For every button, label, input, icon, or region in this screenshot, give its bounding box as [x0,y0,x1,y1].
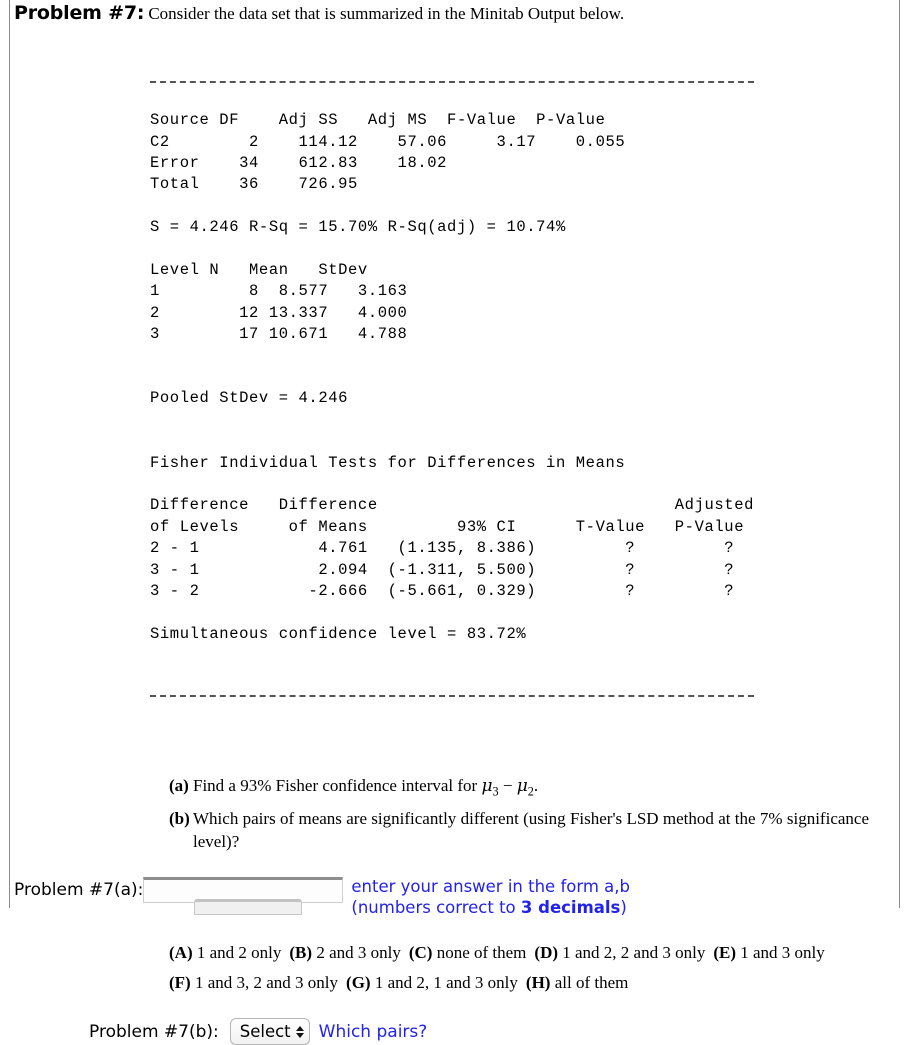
choice-text: none of them [436,943,527,963]
answer-a-label: Problem #7(a): [14,880,144,901]
choice-option-a[interactable]: (A) 1 and 2 only [169,943,281,962]
level-row: 2 12 13.337 4.000 [150,303,408,322]
answer-b-select-value: Select [239,1022,291,1042]
minus-symbol: − [498,775,517,795]
choice-option-g[interactable]: (G) 1 and 2, 1 and 3 only [346,973,518,992]
mu-symbol: μ [481,775,493,796]
choice-text: all of them [554,973,629,993]
subquestion-b: (b) Which pairs of means are significantl… [169,807,869,853]
choice-letter: (F) [169,973,191,993]
answer-b-label: Problem #7(b): [89,1021,219,1042]
fisher-row: 3 - 2 -2.666 (-5.661, 0.329) ? ? [150,581,735,600]
fisher-row: 2 - 1 4.761 (1.135, 8.386) ? ? [150,539,735,558]
fisher-section-title: Fisher Individual Tests for Differences … [150,453,626,472]
choice-option-e[interactable]: (E) 1 and 3 only [713,943,824,962]
choice-list: (A) 1 and 2 only (B) 2 and 3 only (C) none… [169,938,909,998]
problem-number-label: Problem #7: [14,2,145,24]
answer-row-b: Problem #7(b): Select Which pairs? [89,1018,898,1045]
subquestions: (a) Find a 93% Fisher confidence interval… [169,774,869,853]
level-row: 3 17 10.671 4.788 [150,325,408,344]
fisher-table-header-line2: of Levels of Means 93% CI T-Value P-Valu… [150,517,745,536]
choice-option-d[interactable]: (D) 1 and 2, 2 and 3 only [534,943,705,962]
choice-letter: (H) [525,973,551,993]
model-summary-line: S = 4.246 R-Sq = 15.70% R-Sq(adj) = 10.7… [150,218,566,237]
clipped-control-bottom[interactable] [194,899,302,915]
subquestion-a: (a) Find a 93% Fisher confidence interval… [169,774,869,803]
simultaneous-confidence-line: Simultaneous confidence level = 83.72% [150,624,527,643]
anova-row: C2 2 114.12 57.06 3.17 0.055 [150,132,626,151]
subquestion-b-text: Which pairs of means are significantly d… [193,809,869,852]
choice-option-c[interactable]: (C) none of them [409,943,527,962]
fisher-row: 3 - 1 2.094 (-1.311, 5.500) ? ? [150,560,735,579]
choice-text: 1 and 3 only [740,943,825,963]
page-content: Problem #7: Consider the data set that is… [0,0,910,1045]
choice-letter: (D) [534,943,559,963]
answer-b-prompt: Which pairs? [318,1021,428,1042]
subquestion-b-letter: (b) [169,809,190,829]
minitab-output-block: Source DF Adj SS Adj MS F-Value P-Value C… [150,38,898,740]
minitab-top-divider [150,80,754,83]
answer-row-a: Problem #7(a): enter your answer in the … [14,875,898,918]
answer-a-hint: enter your answer in the form a,b (numbe… [351,875,630,918]
subquestion-a-text-before: Find a 93% Fisher confidence interval fo… [193,775,482,795]
answer-a-hint-line1: enter your answer in the form a,b [351,877,630,897]
choice-option-h[interactable]: (H) all of them [526,973,628,992]
choice-letter: (E) [713,943,737,963]
choice-text: 1 and 2, 1 and 3 only [374,973,518,993]
level-row: 1 8 8.577 3.163 [150,282,408,301]
problem-prompt-text: Consider the data set that is summarized… [148,4,625,23]
choice-letter: (B) [289,943,313,963]
chevron-updown-icon [295,1025,304,1038]
choice-text: 1 and 3, 2 and 3 only [194,973,339,993]
minitab-bottom-divider [150,694,754,697]
choice-option-b[interactable]: (B) 2 and 3 only [289,943,400,962]
choice-text: 1 and 2, 2 and 3 only [562,943,706,963]
problem-heading: Problem #7: Consider the data set that is… [14,0,898,24]
choice-letter: (G) [346,973,371,993]
choice-option-f[interactable]: (F) 1 and 3, 2 and 3 only [169,973,338,992]
choice-text: 2 and 3 only [316,943,401,963]
choice-letter: (C) [408,943,433,963]
choice-text: 1 and 2 only [196,943,282,963]
mu-symbol: μ [516,775,528,796]
pooled-stdev-line: Pooled StDev = 4.246 [150,389,349,408]
anova-row: Total 36 726.95 [150,175,358,194]
choice-letter: (A) [169,943,193,963]
anova-row: Error 34 612.83 18.02 [150,153,448,172]
anova-table-header: Source DF Adj SS Adj MS F-Value P-Value [150,111,606,130]
answer-b-select[interactable]: Select [229,1018,310,1045]
subquestion-a-letter: (a) [169,775,189,795]
fisher-table-header-line1: Difference Difference Adjusted [150,496,754,515]
subquestion-a-text-after: . [533,775,539,795]
level-table-header: Level N Mean StDev [150,260,368,279]
